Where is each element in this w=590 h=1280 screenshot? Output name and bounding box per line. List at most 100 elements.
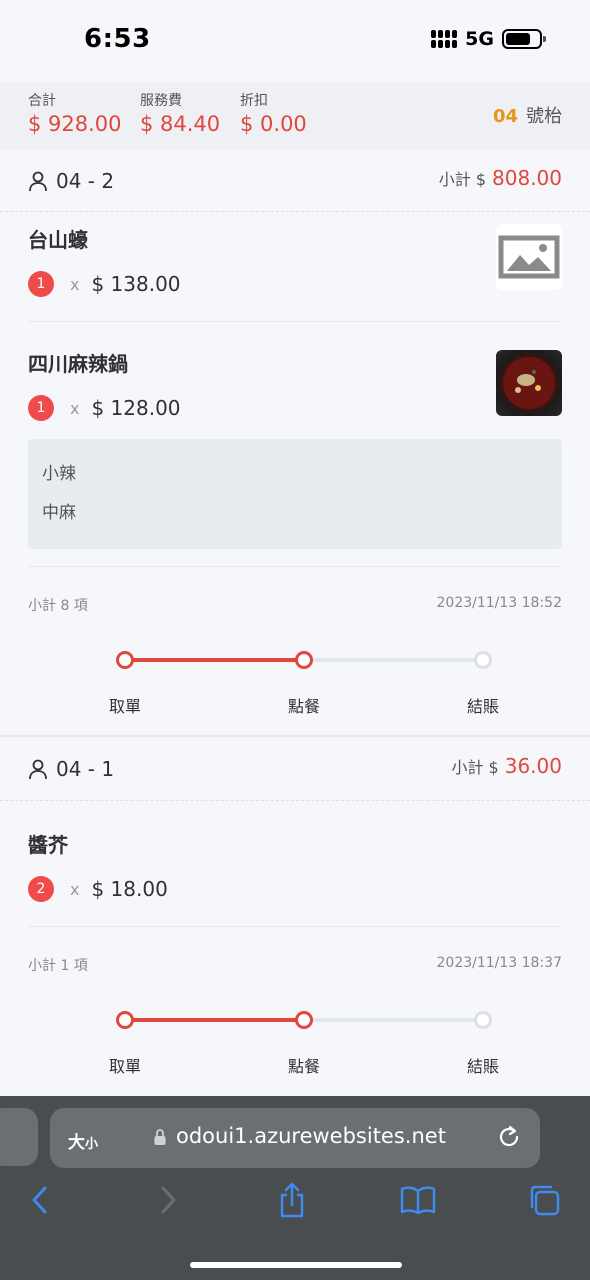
- orders-list[interactable]: 04 - 2 小計 $ 808.00 台山蠔 1 x $ 138.00 四川麻辣鍋: [0, 150, 590, 1096]
- share-button[interactable]: [274, 1182, 310, 1218]
- text-size-small: 小: [85, 1137, 99, 1152]
- home-indicator: [190, 1262, 402, 1268]
- signal-icon: [431, 30, 458, 48]
- progress-step-dot: [116, 651, 134, 669]
- dish-name: 醬芥: [28, 833, 68, 857]
- progress-step-dot: [474, 1011, 492, 1029]
- dish-item[interactable]: 醬芥 2 x $ 18.00: [28, 801, 562, 927]
- progress-line: [125, 658, 304, 662]
- total-value: $ 928.00: [28, 112, 122, 136]
- forward-button[interactable]: [150, 1182, 186, 1218]
- order-footer: 小計 1 項 2023/11/13 18:37 取單 點餐 結賬: [0, 927, 590, 1095]
- progress-step-label: 結賬: [466, 697, 499, 716]
- status-time: 6:53: [84, 24, 151, 54]
- dish-item[interactable]: 台山蠔 1 x $ 138.00: [28, 212, 562, 322]
- progress-line: [304, 658, 483, 662]
- order-meta: 小計 1 項 2023/11/13 18:37: [28, 927, 562, 1003]
- progress-line: [125, 1018, 304, 1022]
- dish-note: 中麻: [42, 503, 76, 523]
- table-number-label: 號枱: [526, 106, 562, 127]
- tabs-button[interactable]: [526, 1182, 562, 1218]
- browser-toolbar: 大小 odoui1.azurewebsites.net: [0, 1096, 590, 1280]
- dish-quantity-row: 1 x $ 128.00: [28, 395, 562, 421]
- browser-nav: [0, 1182, 590, 1222]
- image-placeholder-icon: [496, 224, 562, 290]
- table-number: 04 號枱: [493, 102, 562, 128]
- back-button[interactable]: [22, 1182, 58, 1218]
- text-size-button[interactable]: 大小: [68, 1128, 98, 1153]
- previous-tab[interactable]: [0, 1108, 38, 1166]
- text-size-big: 大: [68, 1133, 85, 1153]
- dish-quantity-row: 2 x $ 18.00: [28, 876, 562, 902]
- order-timestamp: 2023/11/13 18:52: [436, 595, 563, 611]
- progress-step-label: 取單: [108, 1057, 141, 1076]
- progress-step-dot: [295, 1011, 313, 1029]
- dish-note: 小辣: [42, 464, 76, 484]
- order-items: 台山蠔 1 x $ 138.00 四川麻辣鍋 1 x $ 128.00 小辣 中…: [0, 212, 590, 567]
- order-id: 04 - 2: [56, 168, 115, 193]
- order-progress: 取單 點餐 結賬: [28, 643, 562, 735]
- order-subtotal: 小計 $ 808.00: [439, 166, 562, 190]
- order-subtotal: 小計 $ 36.00: [451, 754, 562, 778]
- book-icon: [400, 1186, 436, 1215]
- order-meta: 小計 8 項 2023/11/13 18:52: [28, 567, 562, 643]
- address-bar[interactable]: 大小 odoui1.azurewebsites.net: [50, 1108, 540, 1168]
- progress-step-label: 點餐: [287, 697, 320, 716]
- dish-quantity-row: 1 x $ 138.00: [28, 271, 562, 297]
- order-timestamp: 2023/11/13 18:37: [436, 955, 563, 971]
- progress-step-dot: [474, 651, 492, 669]
- dish-price: $ 18.00: [91, 877, 168, 901]
- times-symbol: x: [70, 398, 80, 418]
- progress-step-dot: [116, 1011, 134, 1029]
- progress-step-label: 結賬: [466, 1057, 499, 1076]
- discount-block: 折扣 $ 0.00: [240, 90, 307, 136]
- total-block: 合計 $ 928.00: [28, 90, 122, 136]
- order-items: 醬芥 2 x $ 18.00: [0, 801, 590, 927]
- progress-line: [304, 1018, 483, 1022]
- service-fee-label: 服務費: [140, 93, 182, 109]
- dish-price: $ 138.00: [91, 272, 181, 296]
- total-label: 合計: [28, 93, 56, 109]
- order-header[interactable]: 04 - 1 小計 $ 36.00: [0, 737, 590, 801]
- reload-icon[interactable]: [496, 1124, 522, 1150]
- quantity-badge: 2: [28, 876, 54, 902]
- dish-notes: 小辣 中麻: [28, 439, 562, 549]
- discount-label: 折扣: [240, 93, 268, 109]
- dish-item[interactable]: 四川麻辣鍋 1 x $ 128.00 小辣 中麻: [28, 322, 562, 567]
- network-type: 5G: [465, 28, 494, 50]
- lock-icon: [154, 1129, 166, 1145]
- battery-icon: [502, 29, 546, 49]
- share-icon: [280, 1182, 304, 1218]
- progress-step-label: 點餐: [287, 1057, 320, 1076]
- bookmarks-button[interactable]: [400, 1182, 436, 1218]
- person-icon: [29, 171, 47, 191]
- dish-price: $ 128.00: [91, 396, 181, 420]
- subtotal-value: 36.00: [504, 754, 562, 778]
- times-symbol: x: [70, 879, 80, 899]
- order-footer: 小計 8 項 2023/11/13 18:52 取單 點餐 結賬: [0, 567, 590, 735]
- hotpot-photo: [496, 350, 562, 416]
- item-count: 小計 1 項: [28, 958, 88, 974]
- url-text: odoui1.azurewebsites.net: [176, 1124, 446, 1148]
- chevron-right-icon: [161, 1186, 176, 1214]
- times-symbol: x: [70, 274, 80, 294]
- quantity-badge: 1: [28, 271, 54, 297]
- service-fee-block: 服務費 $ 84.40: [140, 90, 220, 136]
- subtotal-label: 小計 $: [438, 170, 487, 189]
- service-fee-value: $ 84.40: [140, 112, 221, 136]
- order-header[interactable]: 04 - 2 小計 $ 808.00: [0, 150, 590, 212]
- quantity-badge: 1: [28, 395, 54, 421]
- status-indicators: 5G: [431, 28, 546, 50]
- person-icon: [29, 759, 47, 779]
- dish-name: 四川麻辣鍋: [28, 352, 128, 376]
- progress-step-dot: [295, 651, 313, 669]
- status-bar: 6:53 5G: [0, 0, 590, 82]
- progress-step-label: 取單: [108, 697, 141, 716]
- tabs-icon: [530, 1185, 560, 1216]
- order-card: 04 - 2 小計 $ 808.00 台山蠔 1 x $ 138.00 四川麻辣鍋: [0, 150, 590, 735]
- order-progress: 取單 點餐 結賬: [28, 1003, 562, 1095]
- discount-value: $ 0.00: [240, 112, 307, 136]
- order-id: 04 - 1: [56, 756, 115, 781]
- subtotal-label: 小計 $: [451, 758, 499, 777]
- order-card: 04 - 1 小計 $ 36.00 醬芥 2 x $ 18.00 小計 1 項 2…: [0, 737, 590, 1095]
